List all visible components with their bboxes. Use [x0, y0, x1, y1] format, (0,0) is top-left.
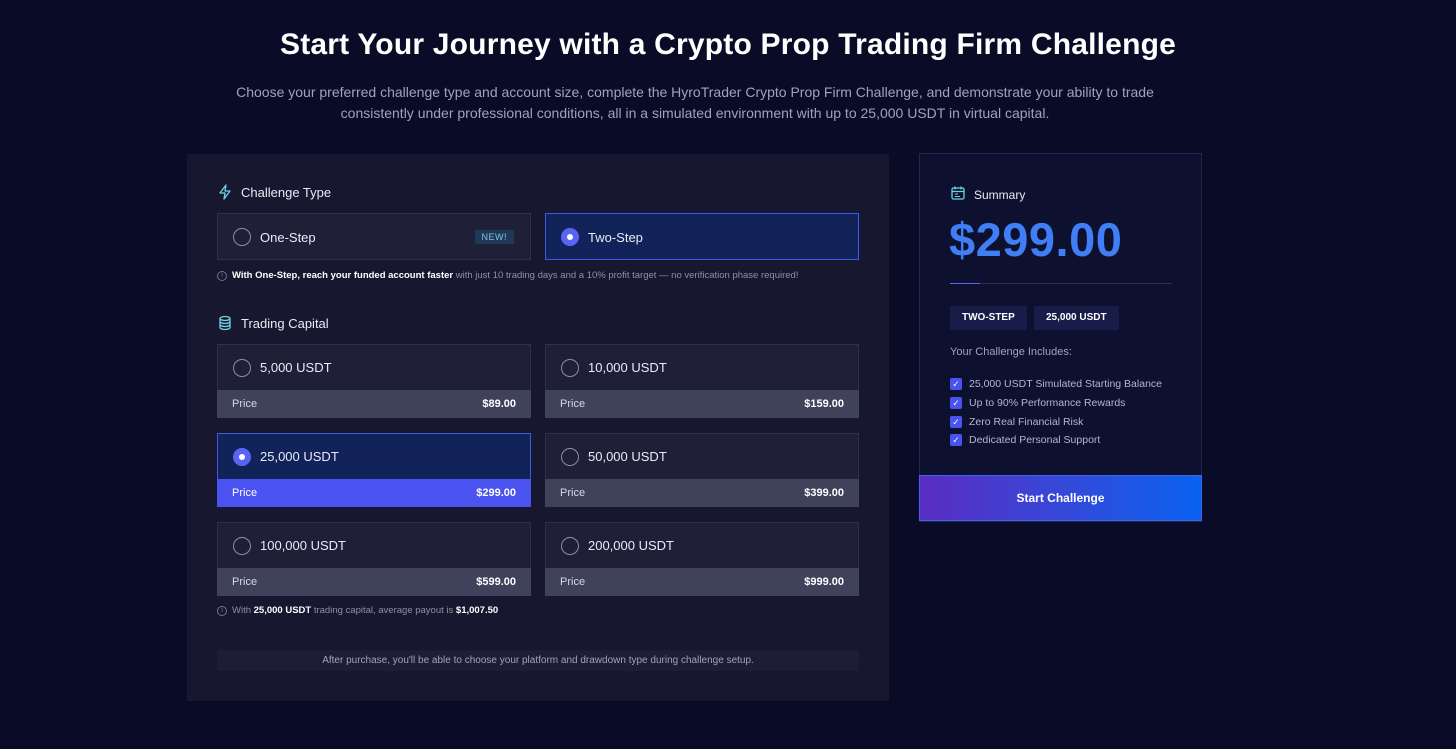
- includes-list: ✓ 25,000 USDT Simulated Starting Balance …: [950, 375, 1162, 450]
- price-label: Price: [560, 398, 586, 410]
- include-text: Zero Real Financial Risk: [969, 415, 1084, 428]
- post-purchase-note: After purchase, you'll be able to choose…: [217, 650, 859, 671]
- list-item: ✓ Up to 90% Performance Rewards: [950, 394, 1162, 413]
- capital-label: 200,000 USDT: [588, 538, 674, 553]
- payout-note-middle: trading capital, average payout is: [311, 605, 456, 616]
- price-label: Price: [232, 487, 258, 499]
- new-badge: NEW!: [474, 230, 514, 244]
- challenge-option-one-step[interactable]: One-Step NEW!: [217, 213, 531, 260]
- capital-price-row: Price $999.00: [545, 568, 859, 596]
- includes-title: Your Challenge Includes:: [950, 346, 1072, 358]
- checkbox-icon: ✓: [950, 397, 962, 410]
- include-text: 25,000 USDT Simulated Starting Balance: [969, 378, 1162, 391]
- price-value: $89.00: [482, 398, 516, 410]
- capital-option-25000[interactable]: 25,000 USDT Price $299.00: [217, 433, 531, 507]
- capital-option-100000[interactable]: 100,000 USDT Price $599.00: [217, 522, 531, 596]
- one-step-radio[interactable]: [233, 228, 251, 246]
- payout-note-amount: $1,007.50: [455, 605, 499, 616]
- capital-label: 5,000 USDT: [260, 360, 332, 375]
- lightning-icon: [217, 184, 233, 200]
- checkbox-icon: ✓: [950, 378, 962, 391]
- price-label: Price: [232, 398, 258, 410]
- challenge-option-two-step[interactable]: Two-Step: [545, 213, 859, 260]
- one-step-label: One-Step: [260, 230, 316, 245]
- capital-radio[interactable]: [233, 537, 251, 555]
- capital-option-header[interactable]: 10,000 USDT: [545, 344, 859, 390]
- info-icon: i: [217, 605, 227, 616]
- capital-radio[interactable]: [233, 448, 251, 466]
- challenge-type-chip: TWO-STEP: [950, 306, 1027, 330]
- trading-capital-heading: Trading Capital: [217, 315, 329, 331]
- summary-heading: Summary: [950, 185, 1025, 204]
- note-bold: With One-Step, reach your funded account…: [232, 270, 454, 281]
- capital-option-200000[interactable]: 200,000 USDT Price $999.00: [545, 522, 859, 596]
- capital-option-10000[interactable]: 10,000 USDT Price $159.00: [545, 344, 859, 418]
- payout-note-prefix: With: [232, 605, 254, 616]
- capital-radio[interactable]: [233, 359, 251, 377]
- capital-label: 100,000 USDT: [260, 538, 346, 553]
- list-item: ✓ 25,000 USDT Simulated Starting Balance: [950, 375, 1162, 394]
- capital-radio[interactable]: [561, 537, 579, 555]
- checkbox-icon: ✓: [950, 434, 962, 447]
- capital-radio[interactable]: [561, 359, 579, 377]
- capital-label: 10,000 USDT: [588, 360, 667, 375]
- page-title: Start Your Journey with a Crypto Prop Tr…: [279, 28, 1177, 61]
- include-text: Up to 90% Performance Rewards: [969, 397, 1126, 410]
- capital-price-row: Price $599.00: [217, 568, 531, 596]
- capital-option-50000[interactable]: 50,000 USDT Price $399.00: [545, 433, 859, 507]
- trading-capital-title: Trading Capital: [241, 315, 329, 331]
- two-step-label: Two-Step: [588, 230, 643, 245]
- challenge-type-heading: Challenge Type: [217, 184, 331, 200]
- capital-option-5000[interactable]: 5,000 USDT Price $89.00: [217, 344, 531, 418]
- price-value: $999.00: [804, 576, 844, 588]
- list-item: ✓ Dedicated Personal Support: [950, 431, 1162, 450]
- capital-option-header[interactable]: 200,000 USDT: [545, 522, 859, 568]
- capital-radio[interactable]: [561, 448, 579, 466]
- calendar-icon: [950, 185, 966, 204]
- checkbox-icon: ✓: [950, 415, 962, 428]
- one-step-info-note: i With One-Step, reach your funded accou…: [217, 270, 798, 281]
- start-challenge-button[interactable]: Start Challenge: [919, 475, 1202, 521]
- capital-option-header[interactable]: 25,000 USDT: [217, 433, 531, 479]
- price-value: $399.00: [804, 487, 844, 499]
- capital-price-row: Price $159.00: [545, 390, 859, 418]
- capital-option-header[interactable]: 5,000 USDT: [217, 344, 531, 390]
- capital-price-row: Price $399.00: [545, 479, 859, 507]
- two-step-radio[interactable]: [561, 228, 579, 246]
- price-label: Price: [560, 487, 586, 499]
- price-value: $299.00: [476, 487, 516, 499]
- price-value: $159.00: [804, 398, 844, 410]
- price-label: Price: [560, 576, 586, 588]
- payout-note-capital: 25,000 USDT: [253, 605, 312, 616]
- capital-option-header[interactable]: 50,000 USDT: [545, 433, 859, 479]
- info-icon: i: [217, 270, 227, 281]
- summary-title: Summary: [974, 187, 1026, 202]
- challenge-type-title: Challenge Type: [241, 184, 332, 200]
- page-subtitle: Choose your preferred challenge type and…: [236, 84, 1154, 121]
- capital-price-row: Price $299.00: [217, 479, 531, 507]
- capital-chip: 25,000 USDT: [1034, 306, 1119, 330]
- payout-info-note: i With 25,000 USDT trading capital, aver…: [217, 605, 498, 616]
- capital-label: 50,000 USDT: [588, 449, 667, 464]
- summary-price: $299.00: [949, 213, 1123, 266]
- include-text: Dedicated Personal Support: [969, 434, 1101, 447]
- challenge-config-panel: Challenge Type One-Step NEW! Two-Step i …: [187, 154, 889, 701]
- coins-icon: [217, 315, 233, 331]
- price-label: Price: [232, 576, 258, 588]
- summary-divider: [950, 283, 1172, 284]
- capital-price-row: Price $89.00: [217, 390, 531, 418]
- summary-panel: Summary $299.00 TWO-STEP 25,000 USDT You…: [919, 153, 1202, 522]
- capital-option-header[interactable]: 100,000 USDT: [217, 522, 531, 568]
- capital-label: 25,000 USDT: [260, 449, 339, 464]
- list-item: ✓ Zero Real Financial Risk: [950, 412, 1162, 431]
- note-rest: with just 10 trading days and a 10% prof…: [453, 270, 799, 281]
- price-value: $599.00: [476, 576, 516, 588]
